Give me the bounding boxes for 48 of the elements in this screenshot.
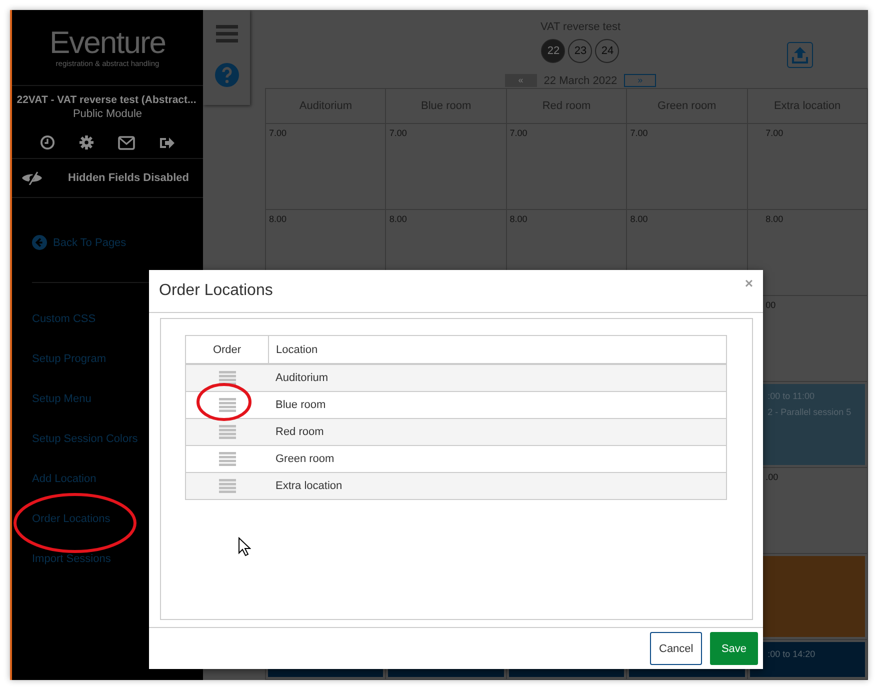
time-label: 8.00 [269, 214, 287, 224]
location-name: Blue room [276, 399, 326, 411]
location-name: Extra location [276, 480, 342, 492]
hidden-fields-status: Hidden Fields Disabled [68, 172, 190, 184]
time-label: 7.00 [630, 128, 648, 138]
logo-text: Eventure [49, 27, 166, 59]
time-label: 7.00 [510, 128, 528, 138]
menu-icon[interactable] [216, 25, 238, 43]
day-button[interactable]: 23 [568, 39, 592, 63]
module-name: Public Module [72, 108, 144, 120]
time-label: 8.00 [766, 214, 784, 224]
location-name: Auditorium [276, 372, 328, 384]
time-label: 7.00 [389, 128, 407, 138]
upload-icon [792, 46, 808, 64]
clock-icon[interactable] [40, 135, 55, 150]
time-label: .00 [766, 472, 778, 482]
event-title: 22VAT - VAT reverse test (Abstract... [16, 94, 198, 106]
drag-handle-icon[interactable] [218, 425, 236, 439]
session-time: :00 to 14:20 [768, 649, 816, 659]
save-button[interactable]: Save [710, 632, 758, 665]
day-button[interactable]: 24 [595, 39, 620, 63]
time-label: 7.00 [269, 128, 287, 138]
time-label: 8.00 [389, 214, 407, 224]
sign-out-icon[interactable] [159, 136, 175, 150]
session-block[interactable]: :00 to 14:20 [750, 642, 865, 677]
location-name: Red room [276, 426, 324, 438]
time-label: 7.00 [766, 128, 784, 138]
next-day-button[interactable]: » [624, 74, 656, 87]
time-label: 8.00 [630, 214, 648, 224]
time-label: 00 [766, 300, 776, 310]
drag-handle-icon[interactable] [218, 398, 236, 412]
drag-handle-icon[interactable] [218, 371, 236, 385]
time-label: 8.00 [510, 214, 528, 224]
dialog-title: Order Locations [159, 282, 273, 300]
arrow-left-circle-icon [32, 235, 47, 250]
cancel-button[interactable]: Cancel [650, 632, 702, 665]
drag-handle-icon[interactable] [218, 452, 236, 466]
mail-icon[interactable] [118, 136, 135, 150]
day-button[interactable]: 22 [541, 39, 566, 63]
highlight-ellipse [196, 382, 252, 422]
drag-handle-icon[interactable] [218, 479, 236, 493]
upload-button[interactable] [787, 42, 813, 68]
help-icon[interactable] [214, 63, 238, 87]
close-button[interactable]: × [744, 275, 753, 291]
settings-icon[interactable] [79, 135, 94, 150]
location-name: Green room [276, 453, 334, 465]
eye-slash-icon [21, 171, 43, 185]
cursor-icon [238, 537, 251, 557]
